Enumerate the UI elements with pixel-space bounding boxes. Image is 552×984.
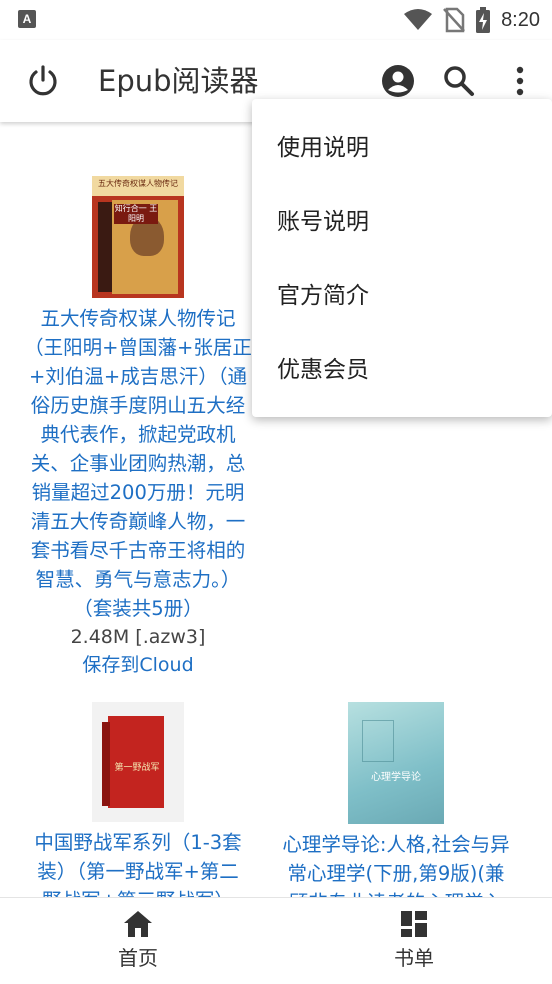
wifi-icon: [404, 9, 433, 30]
battery-charging-icon: [476, 7, 491, 33]
book-cover-image[interactable]: 心理学导论: [348, 702, 444, 824]
dashboard-icon: [401, 911, 427, 937]
status-icons: 8:20: [403, 6, 540, 34]
search-icon: [444, 66, 474, 96]
book-item[interactable]: 五大传奇权谋人物传记 知行合一 王阳明 五大传奇权谋人物传记 （王阳明+曾国藩+…: [16, 176, 260, 679]
power-button[interactable]: [22, 60, 64, 102]
app-title: Epub阅读器: [98, 64, 259, 98]
nav-home[interactable]: 首页: [0, 898, 276, 984]
status-time: 8:20: [501, 8, 540, 31]
no-sim-icon: [443, 7, 465, 33]
save-to-cloud-link[interactable]: 保存到Cloud: [16, 651, 260, 679]
book-item[interactable]: 第一野战军 中国野战军系列（1-3套 装）（第一野战军+第二 野战军+第三野战军…: [16, 702, 260, 897]
account-icon: [382, 65, 414, 97]
book-cover-image[interactable]: 五大传奇权谋人物传记 知行合一 王阳明: [92, 176, 184, 298]
book-title[interactable]: 心理学导论:人格,社会与异 常心理学(下册,第9版)(兼 顾非专业读者的心理学入: [264, 830, 528, 897]
book-title[interactable]: 五大传奇权谋人物传记 （王阳明+曾国藩+张居正 +刘伯温+成吉思汗）（通 俗历史…: [16, 304, 260, 623]
bottom-navigation: 首页 书单: [0, 897, 552, 984]
book-title[interactable]: 中国野战军系列（1-3套 装）（第一野战军+第二 野战军+第三野战军）: [16, 828, 260, 897]
more-vert-icon: [516, 66, 524, 96]
book-item[interactable]: 心理学导论 心理学导论:人格,社会与异 常心理学(下册,第9版)(兼 顾非专业读…: [264, 702, 528, 897]
status-bar: A 8:20: [0, 0, 552, 40]
more-button[interactable]: [499, 60, 541, 102]
search-button[interactable]: [438, 60, 480, 102]
home-icon: [124, 911, 152, 937]
nav-home-label: 首页: [118, 946, 158, 970]
overflow-menu: 使用说明 账号说明 官方简介 优惠会员: [252, 99, 552, 417]
menu-item-vip-membership[interactable]: 优惠会员: [252, 333, 552, 407]
book-cover-image[interactable]: 第一野战军: [92, 702, 184, 822]
nav-booklist-label: 书单: [394, 946, 434, 970]
power-icon: [29, 65, 57, 96]
nav-booklist[interactable]: 书单: [276, 898, 552, 984]
book-file-info: 2.48M [.azw3]: [70, 626, 206, 648]
menu-item-official-intro[interactable]: 官方简介: [252, 259, 552, 333]
menu-item-usage-guide[interactable]: 使用说明: [252, 111, 552, 185]
menu-item-account-guide[interactable]: 账号说明: [252, 185, 552, 259]
account-button[interactable]: [377, 60, 419, 102]
app-notification-icon: A: [18, 10, 36, 28]
